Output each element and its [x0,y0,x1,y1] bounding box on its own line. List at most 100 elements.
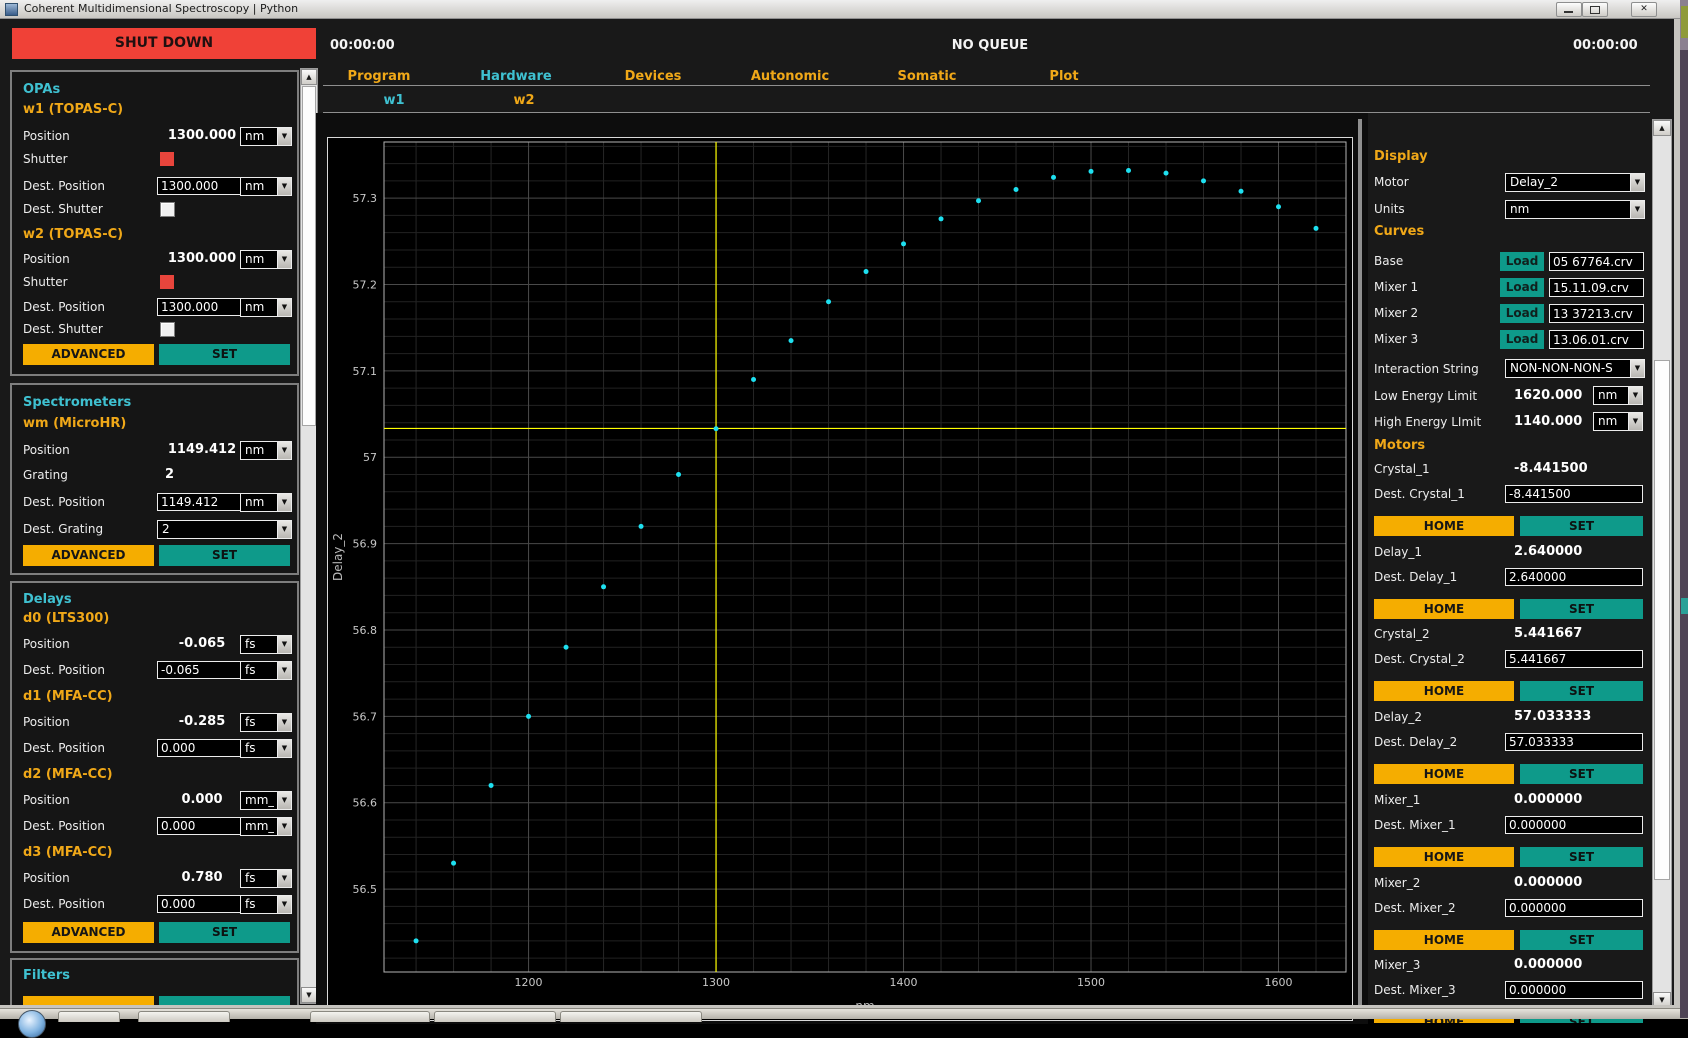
home-button[interactable]: HOME [1374,930,1514,950]
unit-dropdown[interactable]: nm▼ [240,441,292,460]
dropdown-arrow-icon: ▼ [277,178,291,195]
position-label: Position [23,637,70,651]
motor-dest-input[interactable] [1505,981,1643,999]
x-tick-label: 1300 [702,976,730,989]
motor-dest-input[interactable] [1505,899,1643,917]
splitter[interactable] [1358,119,1362,1007]
tuning-curve-plot[interactable]: 57.357.257.15756.956.856.756.656.5120013… [327,137,1353,1021]
set-button[interactable]: SET [159,344,290,365]
taskbar-button[interactable] [434,1011,556,1022]
unit-dropdown[interactable]: fs▼ [240,713,292,732]
subtab-w1[interactable]: w1 [383,93,404,108]
close-button[interactable]: ✕ [1631,2,1657,17]
maximize-button[interactable] [1582,2,1608,17]
home-button[interactable]: HOME [1374,847,1514,867]
set-button[interactable]: SET [1520,681,1643,701]
home-button[interactable]: HOME [1374,764,1514,784]
dest-position-input[interactable] [157,493,241,511]
unit-dropdown[interactable]: nm▼ [240,127,292,146]
tab-devices[interactable]: Devices [625,69,682,84]
taskbar-button[interactable] [58,1011,120,1022]
load-button[interactable]: Load [1500,304,1544,323]
curve-label: Mixer 1 [1374,280,1418,294]
curve-file-input[interactable] [1549,304,1644,323]
motor-dest-input[interactable] [1505,733,1643,751]
dest-shutter-checkbox[interactable] [160,202,175,217]
unit-value: fs [245,897,255,911]
units-dropdown[interactable]: nm▼ [1505,200,1645,219]
motor-dest-input[interactable] [1505,485,1643,503]
unit-dropdown[interactable]: nm▼ [240,177,292,196]
load-button[interactable]: Load [1500,330,1544,349]
right-scrollbar[interactable]: ▲ ▼ [1652,119,1672,1009]
unit-dropdown[interactable]: nm▼ [1593,386,1643,405]
dest-position-input[interactable] [157,298,241,316]
set-button[interactable]: SET [1520,599,1643,619]
left-scrollbar-thumb[interactable] [302,86,316,426]
home-button[interactable]: HOME [1374,516,1514,536]
set-button[interactable]: SET [1520,930,1643,950]
unit-dropdown[interactable]: mm_▼ [240,791,292,810]
subtab-w2[interactable]: w2 [513,93,534,108]
tab-program[interactable]: Program [348,69,411,84]
motor-dest-input[interactable] [1505,650,1643,668]
start-orb[interactable] [18,1010,46,1038]
set-button[interactable]: SET [1520,516,1643,536]
advanced-button[interactable]: ADVANCED [23,922,154,943]
set-button[interactable]: SET [1520,764,1643,784]
data-point [451,861,456,866]
dest-position-input[interactable] [157,739,241,757]
load-button[interactable]: Load [1500,278,1544,297]
shutter-label: Shutter [23,275,68,289]
set-button[interactable]: SET [159,922,290,943]
scroll-down-icon[interactable]: ▼ [301,987,317,1003]
advanced-button[interactable]: ADVANCED [23,344,154,365]
unit-dropdown[interactable]: fs▼ [240,869,292,888]
set-button[interactable]: SET [1520,847,1643,867]
unit-dropdown[interactable]: mm_▼ [240,817,292,836]
minimize-button[interactable] [1556,2,1582,17]
taskbar-button[interactable] [138,1011,230,1022]
tab-autonomic[interactable]: Autonomic [751,69,829,84]
dest-position-input[interactable] [157,817,241,835]
dest-position-input[interactable] [157,177,241,195]
data-point [1014,187,1019,192]
tab-somatic[interactable]: Somatic [898,69,957,84]
unit-dropdown[interactable]: nm▼ [240,250,292,269]
taskbar-button[interactable] [310,1011,430,1022]
unit-dropdown[interactable]: nm▼ [240,298,292,317]
load-button[interactable]: Load [1500,252,1544,271]
dest-position-input[interactable] [157,661,241,679]
unit-dropdown[interactable]: fs▼ [240,635,292,654]
home-button[interactable]: HOME [1374,681,1514,701]
advanced-button[interactable]: ADVANCED [23,545,154,566]
unit-dropdown[interactable]: fs▼ [240,661,292,680]
dest-shutter-checkbox[interactable] [160,322,175,337]
taskbar[interactable] [0,1008,1688,1019]
tab-hardware[interactable]: Hardware [480,69,551,84]
scroll-up-icon[interactable]: ▲ [301,69,317,85]
tab-plot[interactable]: Plot [1049,69,1078,84]
unit-dropdown[interactable]: nm▼ [240,493,292,512]
curve-file-input[interactable] [1549,252,1644,271]
dropdown-arrow-icon: ▼ [1628,413,1642,430]
right-scrollbar-thumb[interactable] [1654,360,1670,880]
unit-dropdown[interactable]: fs▼ [240,739,292,758]
curve-file-input[interactable] [1549,278,1644,297]
set-button[interactable]: SET [159,545,290,566]
motor-dest-input[interactable] [1505,816,1643,834]
unit-dropdown[interactable]: nm▼ [1593,412,1643,431]
interaction-string-dropdown[interactable]: NON-NON-NON-S▼ [1505,359,1645,378]
dest-grating-dropdown[interactable]: 2▼ [157,520,292,539]
taskbar-button[interactable] [560,1011,702,1022]
motor-dest-input[interactable] [1505,568,1643,586]
shutdown-button[interactable]: SHUT DOWN [12,28,316,59]
dest-position-label: Dest. Position [23,819,105,833]
unit-dropdown[interactable]: fs▼ [240,895,292,914]
scroll-up-icon[interactable]: ▲ [1653,120,1671,136]
motor-dropdown[interactable]: Delay_2▼ [1505,173,1645,192]
plot-canvas[interactable]: 57.357.257.15756.956.856.756.656.5120013… [328,138,1352,1020]
home-button[interactable]: HOME [1374,599,1514,619]
curve-file-input[interactable] [1549,330,1644,349]
dest-position-input[interactable] [157,895,241,913]
